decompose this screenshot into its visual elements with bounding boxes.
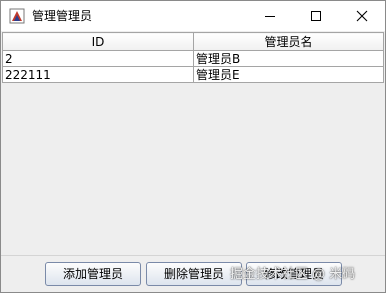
- column-header-id[interactable]: ID: [2, 32, 194, 51]
- java-app-icon: [9, 8, 25, 24]
- button-bar: 添加管理员 删除管理员 修改管理员: [1, 255, 385, 292]
- content-panel: ID 管理员名 2 管理员B 222111 管理员E 添加管理员 删除管理员 修…: [1, 31, 385, 292]
- close-icon: [356, 10, 368, 22]
- admin-table[interactable]: ID 管理员名 2 管理员B 222111 管理员E: [2, 32, 384, 83]
- table-header-row: ID 管理员名: [2, 32, 384, 51]
- add-admin-button[interactable]: 添加管理员: [45, 262, 141, 286]
- admin-management-window: 管理管理员 ID 管理员名 2 管理员B 222111 管理员E 添加管理员 删…: [0, 0, 386, 293]
- table-cell-id[interactable]: 222111: [2, 66, 194, 83]
- modify-admin-button[interactable]: 修改管理员: [246, 262, 342, 286]
- table-cell-id[interactable]: 2: [2, 50, 194, 67]
- delete-admin-button[interactable]: 删除管理员: [146, 262, 242, 286]
- column-header-admin-name[interactable]: 管理员名: [193, 32, 384, 51]
- window-title: 管理管理员: [32, 9, 93, 23]
- table-cell-admin-name[interactable]: 管理员E: [193, 66, 384, 83]
- table-row[interactable]: 222111 管理员E: [2, 66, 384, 83]
- minimize-button[interactable]: [247, 1, 293, 31]
- maximize-button[interactable]: [293, 1, 339, 31]
- minimize-icon: [264, 10, 276, 22]
- title-bar[interactable]: 管理管理员: [1, 1, 385, 31]
- close-button[interactable]: [339, 1, 385, 31]
- table-row[interactable]: 2 管理员B: [2, 50, 384, 67]
- table-cell-admin-name[interactable]: 管理员B: [193, 50, 384, 67]
- maximize-icon: [310, 10, 322, 22]
